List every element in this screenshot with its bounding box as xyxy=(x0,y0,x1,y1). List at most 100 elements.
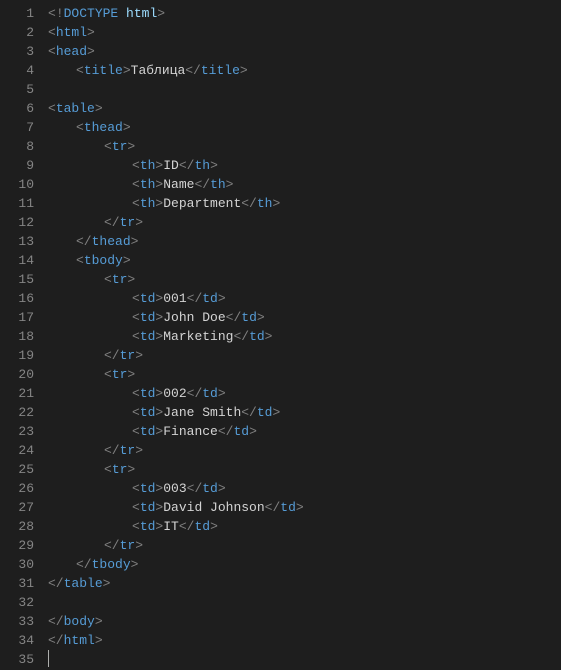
token-br: </ xyxy=(48,633,64,648)
token-br: > xyxy=(103,576,111,591)
token-br: < xyxy=(76,120,84,135)
token-tag: td xyxy=(202,481,218,496)
token-tag: th xyxy=(140,158,156,173)
token-txt: ID xyxy=(163,158,179,173)
token-tag: tbody xyxy=(84,253,123,268)
token-tag: td xyxy=(280,500,296,515)
token-br: > xyxy=(218,291,226,306)
code-line[interactable]: </table> xyxy=(48,574,561,593)
token-br: > xyxy=(123,253,131,268)
code-line[interactable]: <th>Name</th> xyxy=(48,175,561,194)
code-line[interactable] xyxy=(48,650,561,669)
code-line[interactable]: </tbody> xyxy=(48,555,561,574)
token-txt: IT xyxy=(163,519,179,534)
code-line[interactable]: <thead> xyxy=(48,118,561,137)
line-number: 14 xyxy=(0,251,34,270)
token-br: < xyxy=(132,405,140,420)
code-line[interactable]: <table> xyxy=(48,99,561,118)
token-br: < xyxy=(132,158,140,173)
code-editor[interactable]: 1234567891011121314151617181920212223242… xyxy=(0,0,561,668)
token-br: </ xyxy=(241,405,257,420)
token-br: </ xyxy=(265,500,281,515)
token-br: > xyxy=(87,44,95,59)
code-line[interactable]: <title>Таблица</title> xyxy=(48,61,561,80)
code-line[interactable]: </tr> xyxy=(48,536,561,555)
code-line[interactable]: <th>Department</th> xyxy=(48,194,561,213)
token-br: > xyxy=(257,310,265,325)
line-number: 29 xyxy=(0,536,34,555)
token-br: ! xyxy=(56,6,64,21)
token-br: </ xyxy=(104,538,120,553)
token-br: </ xyxy=(179,158,195,173)
token-tag: th xyxy=(210,177,226,192)
code-area[interactable]: <!DOCTYPE html><html><head><title>Таблиц… xyxy=(48,0,561,668)
code-line[interactable]: <!DOCTYPE html> xyxy=(48,4,561,23)
token-tag: html xyxy=(64,633,95,648)
code-line[interactable]: <tr> xyxy=(48,137,561,156)
code-line[interactable]: <html> xyxy=(48,23,561,42)
code-line[interactable]: <th>ID</th> xyxy=(48,156,561,175)
token-tag: tr xyxy=(120,215,136,230)
code-line[interactable]: <td>John Doe</td> xyxy=(48,308,561,327)
token-br: > xyxy=(127,462,135,477)
code-line[interactable]: <td>IT</td> xyxy=(48,517,561,536)
code-line[interactable]: </html> xyxy=(48,631,561,650)
token-br: < xyxy=(104,139,112,154)
token-tag: td xyxy=(202,386,218,401)
code-line[interactable]: <td>Jane Smith</td> xyxy=(48,403,561,422)
code-line[interactable]: </thead> xyxy=(48,232,561,251)
token-tag: thead xyxy=(92,234,131,249)
line-number: 6 xyxy=(0,99,34,118)
token-br: </ xyxy=(194,177,210,192)
token-tag: td xyxy=(140,405,156,420)
code-line[interactable]: <td>David Johnson</td> xyxy=(48,498,561,517)
token-br: > xyxy=(95,614,103,629)
token-br: > xyxy=(127,367,135,382)
code-line[interactable]: <tr> xyxy=(48,365,561,384)
line-number: 20 xyxy=(0,365,34,384)
line-number: 11 xyxy=(0,194,34,213)
token-tag: td xyxy=(194,519,210,534)
token-br: > xyxy=(135,538,143,553)
token-tag: table xyxy=(56,101,95,116)
token-br: > xyxy=(210,519,218,534)
token-tag: td xyxy=(140,519,156,534)
token-tag: body xyxy=(64,614,95,629)
token-tag: tr xyxy=(120,348,136,363)
code-line[interactable]: <td>Marketing</td> xyxy=(48,327,561,346)
token-br: < xyxy=(132,481,140,496)
token-tag: tr xyxy=(120,443,136,458)
token-br: > xyxy=(226,177,234,192)
token-br: > xyxy=(123,63,131,78)
code-line[interactable]: <td>001</td> xyxy=(48,289,561,308)
token-br: > xyxy=(157,6,165,21)
code-line[interactable]: <tr> xyxy=(48,460,561,479)
code-line[interactable] xyxy=(48,593,561,612)
token-tag: td xyxy=(233,424,249,439)
token-tag: table xyxy=(64,576,103,591)
code-line[interactable]: </tr> xyxy=(48,213,561,232)
code-line[interactable] xyxy=(48,80,561,99)
code-line[interactable]: <tbody> xyxy=(48,251,561,270)
token-txt: 003 xyxy=(163,481,186,496)
token-br: > xyxy=(135,215,143,230)
token-txt: 001 xyxy=(163,291,186,306)
code-line[interactable]: <tr> xyxy=(48,270,561,289)
code-line[interactable]: <td>002</td> xyxy=(48,384,561,403)
code-line[interactable]: </tr> xyxy=(48,441,561,460)
token-tag: tr xyxy=(112,272,128,287)
token-br: < xyxy=(104,462,112,477)
code-line[interactable]: <head> xyxy=(48,42,561,61)
token-br: > xyxy=(123,120,131,135)
token-tag: td xyxy=(249,329,265,344)
code-line[interactable]: </tr> xyxy=(48,346,561,365)
token-tag: th xyxy=(140,177,156,192)
token-br: </ xyxy=(76,234,92,249)
line-number-gutter: 1234567891011121314151617181920212223242… xyxy=(0,0,48,668)
code-line[interactable]: <td>Finance</td> xyxy=(48,422,561,441)
code-line[interactable]: </body> xyxy=(48,612,561,631)
line-number: 22 xyxy=(0,403,34,422)
token-br: </ xyxy=(218,424,234,439)
code-line[interactable]: <td>003</td> xyxy=(48,479,561,498)
token-br: < xyxy=(76,253,84,268)
